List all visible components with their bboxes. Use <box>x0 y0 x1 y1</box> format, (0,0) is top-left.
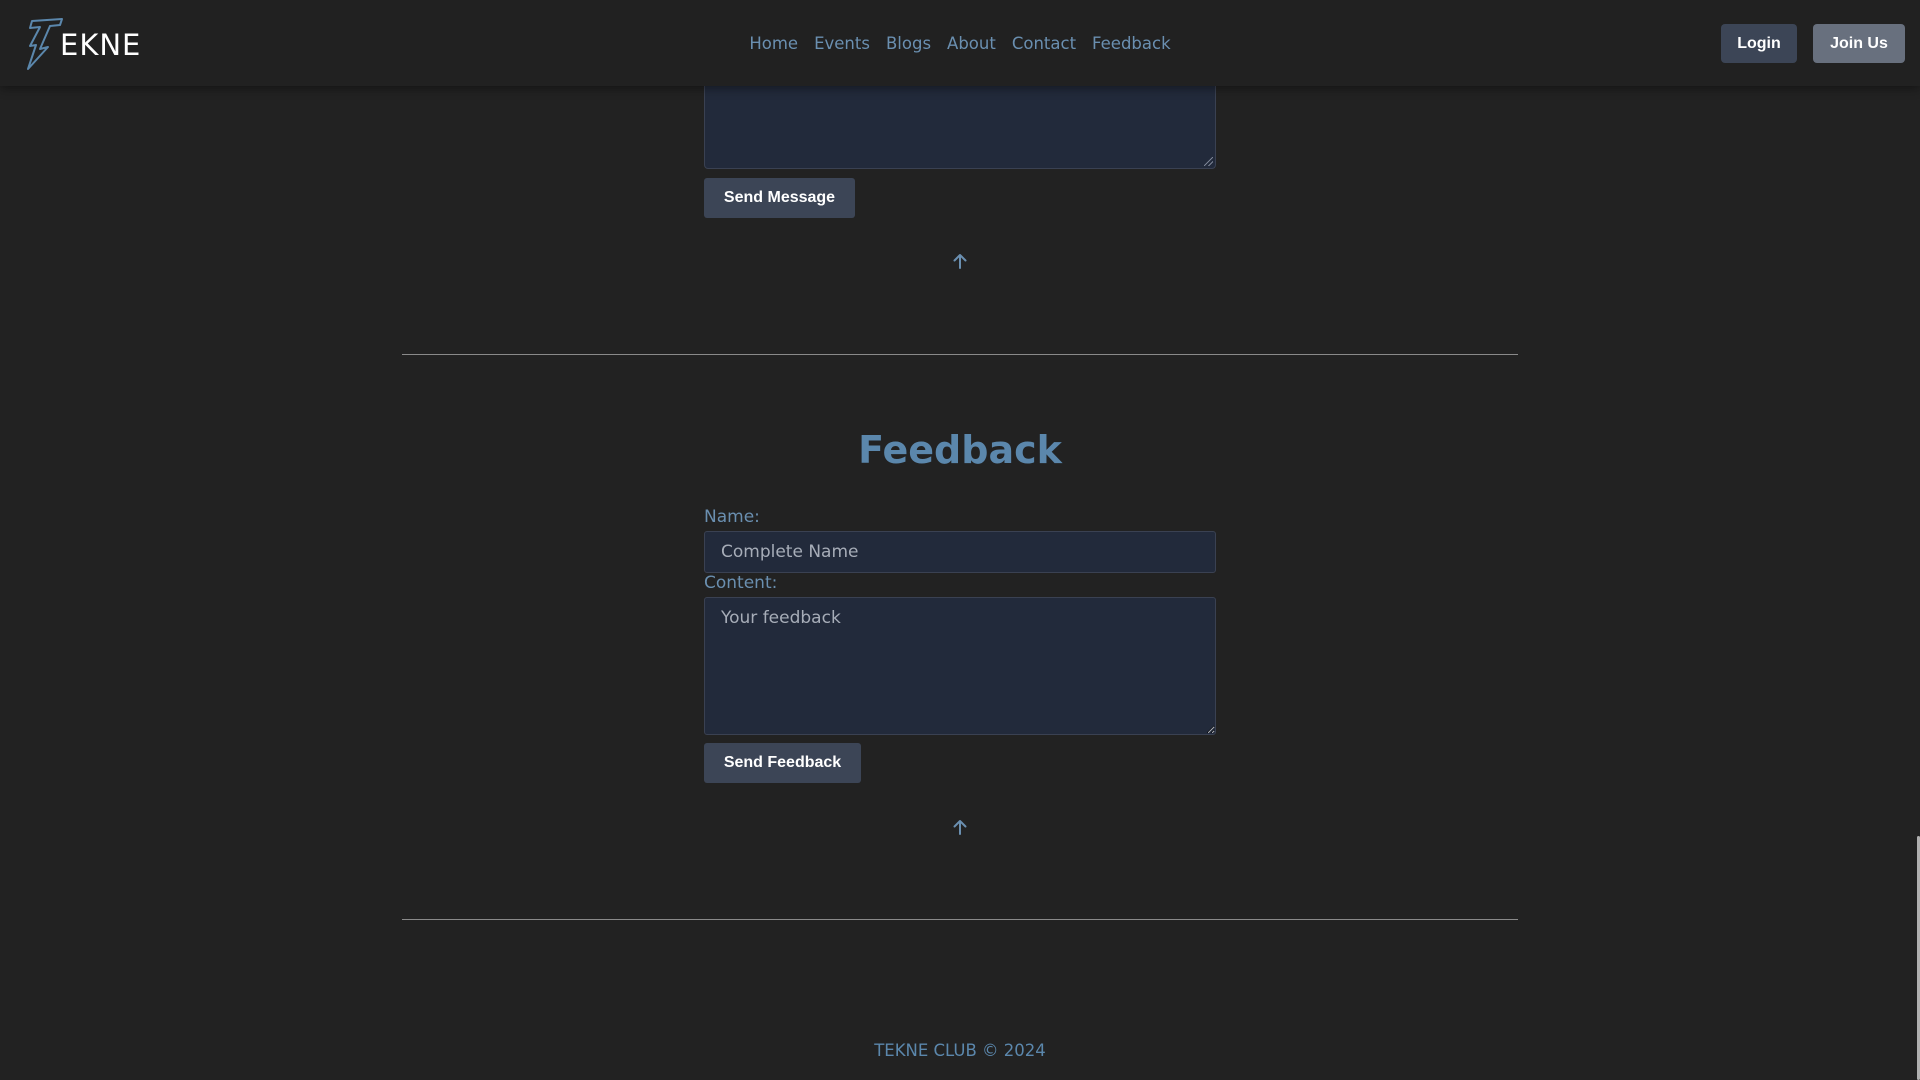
login-button[interactable]: Login <box>1721 24 1797 63</box>
section-divider <box>402 919 1518 920</box>
page-scrollbar[interactable] <box>1916 0 1920 1080</box>
nav-blogs[interactable]: Blogs <box>886 34 931 53</box>
nav-about[interactable]: About <box>947 34 996 53</box>
resize-grip-icon[interactable] <box>1204 157 1213 166</box>
join-us-button[interactable]: Join Us <box>1813 24 1905 63</box>
back-to-top-feedback[interactable] <box>950 817 970 837</box>
nav-events[interactable]: Events <box>814 34 870 53</box>
section-divider <box>402 354 1518 355</box>
feedback-title: Feedback <box>858 428 1062 472</box>
send-feedback-button[interactable]: Send Feedback <box>704 743 861 783</box>
nav-feedback[interactable]: Feedback <box>1092 34 1171 53</box>
arrow-up-icon <box>953 254 967 269</box>
arrow-up-icon <box>953 820 967 835</box>
main-nav: Home Events Blogs About Contact Feedback <box>0 0 1920 86</box>
site-header: EKNE Home Events Blogs About Contact Fee… <box>0 0 1920 86</box>
feedback-content-textarea[interactable] <box>704 597 1216 735</box>
back-to-top-contact[interactable] <box>950 251 970 271</box>
nav-home[interactable]: Home <box>749 34 798 53</box>
footer-copyright: TEKNE CLUB © 2024 <box>874 1041 1046 1060</box>
name-label: Name: <box>704 507 760 527</box>
name-input[interactable] <box>704 531 1216 573</box>
content-label: Content: <box>704 573 778 593</box>
send-message-button[interactable]: Send Message <box>704 178 855 218</box>
nav-contact[interactable]: Contact <box>1012 34 1076 53</box>
